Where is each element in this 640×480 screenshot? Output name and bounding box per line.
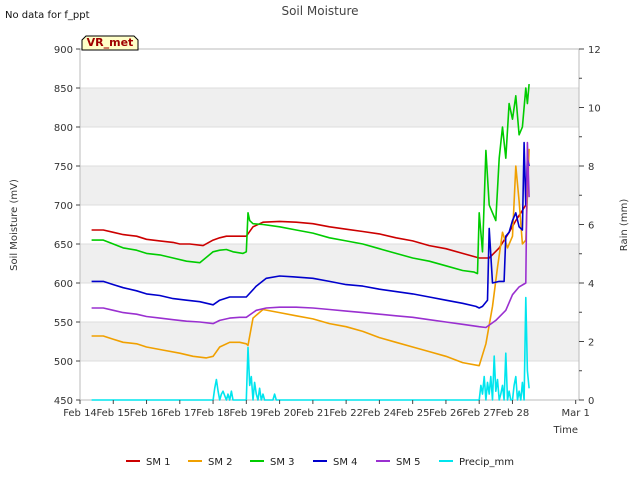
no-data-note: No data for f_ppt bbox=[5, 10, 90, 21]
x-axis-title: Time bbox=[553, 425, 578, 436]
x-tick-label: Feb 18 bbox=[196, 408, 230, 419]
y-tick-right-label: 6 bbox=[588, 221, 594, 232]
y-tick-left-label: 500 bbox=[54, 357, 73, 368]
y-tick-left-label: 550 bbox=[54, 318, 73, 329]
legend-label: SM 3 bbox=[270, 457, 295, 468]
right-axis-ticks: 0 2 4 6 8 10 12 bbox=[579, 45, 601, 407]
left-axis-ticks: 450 500 550 600 650 700 750 800 850 900 bbox=[54, 45, 80, 407]
x-tick-label: Feb 17 bbox=[163, 408, 197, 419]
y-tick-left-label: 850 bbox=[54, 84, 73, 95]
plot-band bbox=[80, 322, 579, 361]
x-tick-label: Feb 19 bbox=[230, 408, 264, 419]
x-axis-ticks: Feb 14 Feb 15 Feb 16 Feb 17 Feb 18 Feb 19 Feb … bbox=[63, 400, 590, 419]
plot-bands bbox=[80, 88, 579, 361]
chart-title: Soil Moisture bbox=[281, 4, 358, 18]
y-tick-right-label: 4 bbox=[588, 279, 594, 290]
legend-label: SM 4 bbox=[333, 457, 358, 468]
legend: SM 1 SM 2 SM 3 SM 4 SM 5 Precip_mm bbox=[126, 457, 514, 468]
y-tick-right-label: 0 bbox=[588, 396, 594, 407]
legend-label: SM 1 bbox=[146, 457, 171, 468]
x-tick-label: Mar 1 bbox=[561, 408, 589, 419]
x-tick-label: Feb 27 bbox=[462, 408, 496, 419]
plot-band bbox=[80, 166, 579, 205]
y-tick-left-label: 600 bbox=[54, 279, 73, 290]
y-tick-right-label: 10 bbox=[588, 104, 601, 115]
legend-label: SM 2 bbox=[208, 457, 233, 468]
x-tick-label: Feb 28 bbox=[496, 408, 530, 419]
x-tick-label: Feb 25 bbox=[396, 408, 430, 419]
x-tick-label: Feb 26 bbox=[429, 408, 463, 419]
plot-band bbox=[80, 88, 579, 127]
y-tick-right-label: 2 bbox=[588, 338, 594, 349]
badge-label: VR_met bbox=[87, 36, 134, 49]
legend-label: SM 5 bbox=[396, 457, 421, 468]
x-tick-label: Feb 22 bbox=[329, 408, 363, 419]
y-axis-right-title: Rain (mm) bbox=[619, 199, 630, 252]
vr-met-badge: VR_met bbox=[81, 35, 139, 51]
legend-label: Precip_mm bbox=[459, 457, 514, 468]
y-tick-left-label: 750 bbox=[54, 162, 73, 173]
y-axis-left-title: Soil Moisture (mV) bbox=[9, 179, 20, 271]
y-tick-right-label: 8 bbox=[588, 162, 594, 173]
y-tick-left-label: 650 bbox=[54, 240, 73, 251]
y-tick-left-label: 800 bbox=[54, 123, 73, 134]
x-tick-label: Feb 24 bbox=[363, 408, 397, 419]
y-tick-left-label: 700 bbox=[54, 201, 73, 212]
y-tick-right-label: 12 bbox=[588, 45, 601, 56]
y-tick-left-label: 900 bbox=[54, 45, 73, 56]
x-tick-label: Feb 21 bbox=[296, 408, 330, 419]
soil-moisture-chart: No data for f_ppt Soil Moisture 450 500 55… bbox=[5, 4, 630, 468]
x-tick-label: Feb 15 bbox=[96, 408, 130, 419]
x-tick-label: Feb 16 bbox=[130, 408, 164, 419]
y-tick-left-label: 450 bbox=[54, 396, 73, 407]
x-tick-label: Feb 20 bbox=[263, 408, 297, 419]
x-tick-label: Feb 14 bbox=[63, 408, 97, 419]
